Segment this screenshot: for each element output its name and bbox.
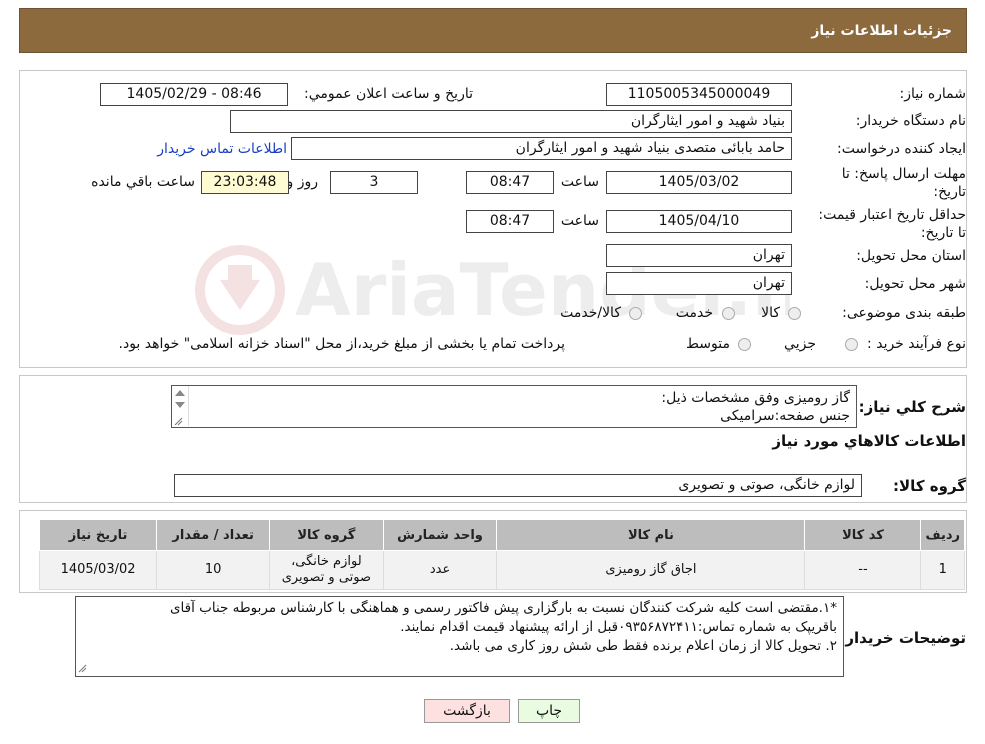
- announce-label: تاریخ و ساعت اعلان عمومي:: [304, 86, 473, 102]
- category-radio-service[interactable]: [722, 307, 735, 320]
- buyer-org-field: بنیاد شهید و امور ایثارگران: [230, 110, 792, 133]
- category-option-goods-service: کالا/خدمت: [560, 305, 621, 321]
- buyer-org-label: نام دستگاه خريدار:: [855, 113, 966, 129]
- category-label: طبقه بندی موضوعی:: [842, 305, 966, 321]
- col-name-header: نام کالا: [496, 519, 806, 551]
- buyer-notes-line-3: ۲. تحویل کالا از زمان اعلام برنده فقط طی…: [449, 638, 837, 654]
- print-button[interactable]: چاپ: [518, 699, 580, 723]
- deadline-time-label: ساعت: [560, 174, 599, 190]
- goods-group-label: گروه کالا:: [893, 477, 966, 495]
- page-header: جزئیات اطلاعات نیاز: [19, 8, 967, 53]
- resize-grip-icon[interactable]: [174, 417, 183, 426]
- process-option-small: جزیي: [784, 336, 816, 352]
- summary-line-2: جنس صفحه:سرامیکی: [720, 408, 850, 424]
- validity-label: حداقل تاریخ اعتبار قیمت: تا تاریخ:: [818, 207, 966, 241]
- back-button[interactable]: بازگشت: [424, 699, 510, 723]
- cell-row: 1: [920, 550, 965, 590]
- days-field: 3: [330, 171, 418, 194]
- validity-time-field: 08:47: [466, 210, 554, 233]
- validity-time-label: ساعت: [560, 213, 599, 229]
- col-group-header: گروه کالا: [269, 519, 384, 551]
- announce-field: 1405/02/29 - 08:46: [100, 83, 288, 106]
- summary-textarea[interactable]: گاز رومیزی وفق مشخصات ذیل: جنس صفحه:سرام…: [171, 385, 857, 428]
- page-title: جزئیات اطلاعات نیاز: [811, 23, 952, 39]
- scroll-down-icon[interactable]: [175, 402, 185, 408]
- table-header-row: رديف کد کالا نام کالا واحد شمارش گروه کا…: [38, 519, 965, 551]
- need-number-field: 1105005345000049: [606, 83, 792, 106]
- summary-line-1: گاز رومیزی وفق مشخصات ذیل:: [661, 390, 850, 406]
- buyer-notes-label: توضیحات خریدار:: [839, 629, 966, 647]
- category-radio-goods[interactable]: [788, 307, 801, 320]
- process-label: نوع فرآیند خرید :: [867, 336, 966, 352]
- goods-group-field: لوازم خانگی، صوتی و تصویری: [174, 474, 862, 497]
- col-date-header: تاریخ نیاز: [38, 519, 158, 551]
- buyer-notes-textarea[interactable]: *۱.مقتضی است کلیه شرکت کنندگان نسبت به ب…: [75, 596, 844, 677]
- items-table: رديف کد کالا نام کالا واحد شمارش گروه کا…: [38, 519, 965, 590]
- cell-qty: 10: [156, 550, 271, 590]
- city-label: شهر محل تحویل:: [864, 276, 966, 292]
- category-option-goods: کالا: [761, 305, 780, 321]
- city-field: تهران: [606, 272, 792, 295]
- cell-group: لوازم خانگی، صوتی و تصویری: [269, 550, 384, 590]
- table-row: 1 -- اجاق گاز رومیزی عدد لوازم خانگی، صو…: [38, 550, 965, 590]
- col-unit-header: واحد شمارش: [382, 519, 498, 551]
- remaining-label: ساعت باقي مانده: [91, 174, 195, 190]
- validity-date-field: 1405/04/10: [606, 210, 792, 233]
- days-label: روز و: [286, 174, 319, 190]
- col-qty-header: تعداد / مقدار: [156, 519, 271, 551]
- cell-date: 1405/03/02: [38, 550, 158, 590]
- process-note: پرداخت تمام یا بخشی از مبلغ خرید،از محل …: [118, 336, 565, 352]
- province-field: تهران: [606, 244, 792, 267]
- process-radio-medium[interactable]: [738, 338, 751, 351]
- resize-grip-icon[interactable]: [78, 664, 87, 673]
- buyer-notes-line-1: *۱.مقتضی است کلیه شرکت کنندگان نسبت به ب…: [169, 600, 837, 616]
- cell-code: --: [804, 550, 922, 590]
- deadline-date-field: 1405/03/02: [606, 171, 792, 194]
- contact-buyer-link[interactable]: اطلاعات تماس خریدار: [157, 141, 287, 157]
- buyer-notes-line-2: باقریپک به شماره تماس:۰۹۳۵۶۸۷۲۴۱۱قبل از …: [400, 619, 837, 635]
- summary-label: شرح کلي نياز:: [858, 398, 966, 416]
- province-label: استان محل تحویل:: [856, 248, 966, 264]
- cell-unit: عدد: [382, 550, 498, 590]
- requester-label: ایجاد کننده درخواست:: [837, 141, 966, 157]
- process-option-medium: متوسط: [686, 336, 730, 352]
- col-row-header: رديف: [920, 519, 965, 551]
- scroll-up-icon[interactable]: [175, 390, 185, 396]
- cell-name: اجاق گاز رومیزی: [496, 550, 806, 590]
- process-radio-small[interactable]: [845, 338, 858, 351]
- col-code-header: کد کالا: [804, 519, 922, 551]
- goods-section-title: اطلاعات کالاهاي مورد نياز: [772, 432, 966, 450]
- category-option-service: خدمت: [675, 305, 713, 321]
- need-number-label: شماره نیاز:: [899, 86, 967, 102]
- deadline-label: مهلت ارسال پاسخ: تا تاریخ:: [841, 166, 966, 200]
- remaining-time-field: 23:03:48: [201, 171, 289, 194]
- deadline-time-field: 08:47: [466, 171, 554, 194]
- category-radio-goods-service[interactable]: [629, 307, 642, 320]
- requester-field: حامد بابائی متصدی بنیاد شهید و امور ایثا…: [291, 137, 792, 160]
